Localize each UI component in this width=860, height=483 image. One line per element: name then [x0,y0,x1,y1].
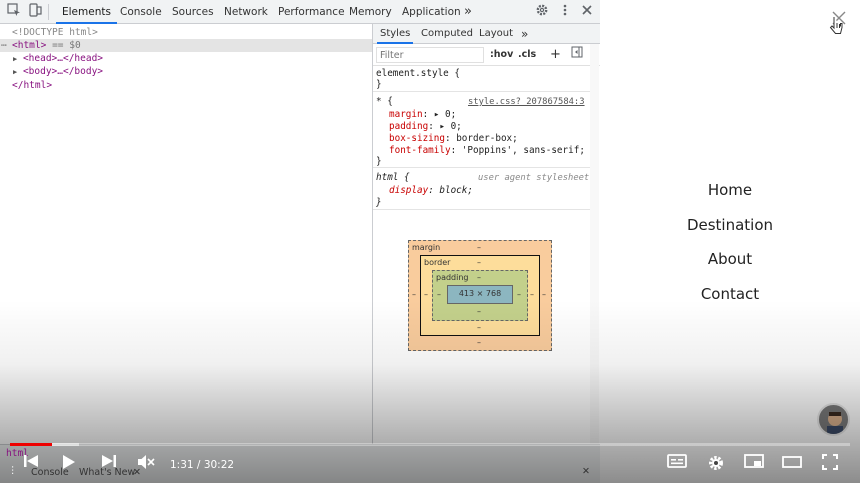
rule-html-user-agent: html { user agent stylesheet display: bl… [373,170,593,210]
styles-filter-input[interactable] [376,47,484,63]
device-toolbar-icon[interactable] [26,3,44,21]
dom-node-body[interactable]: ▶ <body>…</body> [0,65,372,78]
rule-close-brace: } [376,156,382,167]
declaration-padding[interactable]: padding: ▸ 0; [389,121,462,133]
margin-label: margin [412,243,441,252]
rule-element-style: element.style { } [373,66,593,92]
dom-node-doctype[interactable]: <!DOCTYPE html> [0,26,372,39]
fullscreen-icon[interactable] [818,454,842,476]
hover-state-toggle[interactable]: :hov [490,47,513,63]
nav-link-destination[interactable]: Destination [600,216,860,234]
border-top-value[interactable]: – [477,258,481,268]
border-right-value[interactable]: – [530,290,534,300]
settings-gear-icon[interactable] [533,3,551,21]
settings-icon[interactable] [704,454,728,476]
border-label: border [424,258,451,267]
play-button-icon[interactable] [58,454,80,476]
close-devtools-icon[interactable] [578,3,596,21]
devtools-toolbar: Elements Console Sources Network Perform… [0,0,600,24]
content-size-value[interactable]: 413 × 768 [447,289,513,299]
node-actions-icon[interactable]: ⋯ [1,39,7,52]
border-left-value[interactable]: – [424,290,428,300]
new-rule-button[interactable]: + [550,47,561,63]
tab-elements[interactable]: Elements [56,0,117,24]
styles-tabbar: Styles Computed Layout » [373,24,601,44]
previous-video-icon[interactable] [20,454,42,476]
padding-bottom-value[interactable]: – [477,307,481,317]
rule-universal: * { style.css?_207867584:3 margin: ▸ 0; … [373,94,593,168]
margin-left-value[interactable]: – [412,290,416,300]
doctype-text: <!DOCTYPE html> [12,27,98,38]
tab-styles[interactable]: Styles [377,24,414,44]
nav-link-home[interactable]: Home [600,181,860,199]
padding-left-value[interactable]: – [437,290,441,300]
html-open-tag: <html> [12,40,47,51]
total-duration: 30:22 [203,459,235,471]
html-close-tag: </html> [12,80,53,91]
user-agent-stylesheet-note: user agent stylesheet [478,173,590,183]
box-model-diagram: margin – border – padding – 413 × 768 – … [408,240,552,351]
margin-top-value[interactable]: – [477,243,481,253]
current-time: 1:31 [170,459,194,471]
rule-close-brace: } [376,79,382,90]
padding-top-value[interactable]: – [477,273,481,283]
declaration-font-family[interactable]: font-family: 'Poppins', sans-serif; [389,145,585,157]
tab-computed[interactable]: Computed [421,24,473,44]
dom-tree: <!DOCTYPE html> ⋯ <html> == $0 ▶ <head>…… [0,24,372,444]
expand-triangle-icon[interactable]: ▶ [13,55,17,63]
styles-filter-row: :hov .cls + [373,44,601,66]
toolbar-divider [48,4,49,20]
mute-volume-icon[interactable] [135,454,157,476]
video-progress-bar[interactable] [10,443,850,446]
dom-node-head[interactable]: ▶ <head>…</head> [0,52,372,65]
stylesheet-source-link[interactable]: style.css?_207867584:3 [468,96,585,108]
tab-layout[interactable]: Layout [479,24,513,44]
declaration-margin[interactable]: margin: ▸ 0; [389,109,456,121]
next-video-icon[interactable] [98,454,120,476]
padding-label: padding [436,273,469,282]
more-tabs-button[interactable]: » [464,0,472,24]
nav-link-about[interactable]: About [600,250,860,268]
head-tag: <head>…</head> [22,53,104,64]
toggle-sidebar-icon[interactable] [568,46,586,64]
channel-watermark-avatar[interactable] [817,403,850,436]
tab-performance[interactable]: Performance [278,0,345,24]
tab-sources[interactable]: Sources [172,0,214,24]
element-style-selector[interactable]: element.style { [376,68,460,80]
class-toggle[interactable]: .cls [518,47,536,63]
tab-network[interactable]: Network [224,0,268,24]
miniplayer-icon[interactable] [742,454,766,476]
more-sidebar-tabs-button[interactable]: » [521,24,528,44]
devtools-panel: Elements Console Sources Network Perform… [0,0,601,483]
video-played-bar [10,443,52,446]
dom-node-html[interactable]: ⋯ <html> == $0 [0,39,372,52]
nav-link-contact[interactable]: Contact [600,285,860,303]
html-selector: html { [376,172,410,183]
declaration-display: display: block; [389,185,473,196]
drawer-menu-icon[interactable]: ⋮ [8,465,18,476]
universal-selector: * { [376,96,393,107]
styles-sidebar: Styles Computed Layout » :hov .cls + ele… [372,24,601,444]
padding-right-value[interactable]: – [517,290,521,300]
subtitles-icon[interactable] [665,454,689,476]
declaration-box-sizing[interactable]: box-sizing: border-box; [389,133,518,145]
selected-node-marker: == $0 [52,40,81,51]
inspect-element-icon[interactable] [5,3,23,21]
tab-application[interactable]: Application [402,0,461,24]
styles-scrollbar[interactable] [590,44,599,444]
border-bottom-value[interactable]: – [477,323,481,333]
tab-memory[interactable]: Memory [349,0,392,24]
customize-menu-icon[interactable] [556,3,574,21]
margin-bottom-value[interactable]: – [477,338,481,348]
rule-close-brace: } [376,197,382,208]
body-tag: <body>…</body> [22,66,104,77]
close-drawer-icon[interactable]: ✕ [582,466,590,477]
dom-node-html-close[interactable]: </html> [0,79,372,92]
video-time-display: 1:31 / 30:22 [170,459,235,471]
mouse-cursor-icon [829,16,843,39]
tab-console[interactable]: Console [120,0,162,24]
theater-mode-icon[interactable] [780,454,804,476]
expand-triangle-icon[interactable]: ▶ [13,68,17,76]
margin-right-value[interactable]: – [542,290,546,300]
